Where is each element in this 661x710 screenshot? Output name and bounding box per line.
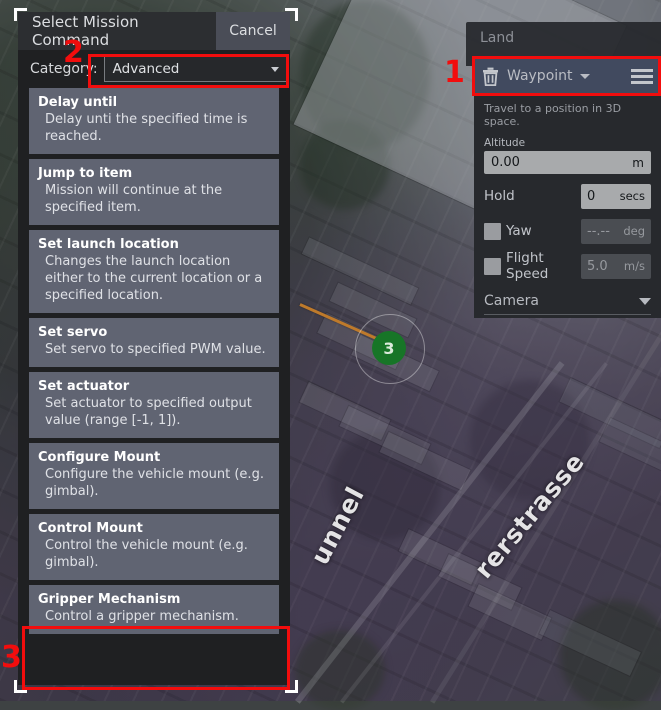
command-description: Configure the vehicle mount (e.g. gimbal… xyxy=(38,466,270,500)
category-dropdown[interactable]: Advanced xyxy=(104,56,288,82)
annotation-number-1: 1 xyxy=(444,58,465,88)
command-description: Mission will continue at the specified i… xyxy=(38,182,270,216)
hold-input[interactable]: 0 secs xyxy=(581,184,651,209)
dialog-title: Select Mission Command xyxy=(32,13,216,49)
yaw-input[interactable]: --.-- deg xyxy=(581,219,651,244)
land-panel-title: Land xyxy=(480,30,514,46)
yaw-label: Yaw xyxy=(506,223,581,239)
select-mission-command-dialog[interactable]: Select Mission Command Cancel Category: … xyxy=(18,12,290,685)
camera-section-header[interactable]: Camera xyxy=(484,293,651,315)
command-list: Delay until Delay unti the specified tim… xyxy=(18,88,290,634)
command-item-configure-mount[interactable]: Configure Mount Configure the vehicle mo… xyxy=(29,443,279,509)
command-title: Configure Mount xyxy=(38,450,270,465)
waypoint-panel-header[interactable]: Waypoint xyxy=(474,58,661,94)
command-item-set-actuator[interactable]: Set actuator Set actuator to specified o… xyxy=(29,372,279,438)
altitude-value: 0.00 xyxy=(491,155,520,170)
command-title: Gripper Mechanism xyxy=(38,592,270,607)
command-title: Jump to item xyxy=(38,166,270,181)
camera-label: Camera xyxy=(484,293,639,309)
command-item-control-mount[interactable]: Control Mount Control the vehicle mount … xyxy=(29,514,279,580)
chevron-down-icon[interactable] xyxy=(271,67,279,72)
command-item-gripper-mechanism[interactable]: Gripper Mechanism Control a gripper mech… xyxy=(29,585,279,634)
command-item-jump-to-item[interactable]: Jump to item Mission will continue at th… xyxy=(29,159,279,225)
command-description: Changes the launch location either to th… xyxy=(38,253,270,304)
command-description: Set actuator to specified output value (… xyxy=(38,395,270,429)
command-item-set-launch-location[interactable]: Set launch location Changes the launch l… xyxy=(29,230,279,313)
command-item-delay-until[interactable]: Delay until Delay unti the specified tim… xyxy=(29,88,279,154)
cancel-button[interactable]: Cancel xyxy=(216,12,290,50)
yaw-row: Yaw --.-- deg xyxy=(484,218,651,244)
yaw-checkbox[interactable] xyxy=(484,223,501,240)
command-description: Control the vehicle mount (e.g. gimbal). xyxy=(38,537,270,571)
annotation-number-2: 2 xyxy=(63,38,84,68)
hamburger-menu-icon[interactable] xyxy=(631,69,653,84)
hold-row: Hold 0 secs xyxy=(484,183,651,209)
waypoint-hint-text: Travel to a position in 3D space. xyxy=(484,102,651,128)
chevron-down-icon[interactable] xyxy=(639,298,651,305)
trash-icon[interactable] xyxy=(482,67,499,86)
altitude-label: Altitude xyxy=(484,137,651,149)
command-title: Delay until xyxy=(38,95,270,110)
hold-unit: secs xyxy=(620,189,645,203)
yaw-unit: deg xyxy=(623,224,645,238)
waypoint-marker-3[interactable]: 3 xyxy=(372,331,406,365)
altitude-unit: m xyxy=(632,156,644,170)
command-title: Set launch location xyxy=(38,237,270,252)
flight-speed-value: 5.0 xyxy=(587,259,608,274)
altitude-input[interactable]: 0.00 m xyxy=(484,151,651,174)
flight-speed-checkbox[interactable] xyxy=(484,258,501,275)
waypoint-panel-title: Waypoint xyxy=(507,68,573,84)
flight-speed-input[interactable]: 5.0 m/s xyxy=(581,254,651,279)
waypoint-editor-panel[interactable]: Waypoint Travel to a position in 3D spac… xyxy=(474,58,661,318)
command-description: Delay unti the specified time is reached… xyxy=(38,111,270,145)
category-dropdown-value: Advanced xyxy=(113,61,271,77)
flight-speed-label: Flight Speed xyxy=(506,250,581,282)
flight-speed-row: Flight Speed 5.0 m/s xyxy=(484,253,651,279)
flight-speed-unit: m/s xyxy=(624,259,645,273)
hold-value: 0 xyxy=(587,189,595,204)
waypoint-marker-number: 3 xyxy=(383,339,394,358)
yaw-value: --.-- xyxy=(587,224,610,239)
annotation-number-3: 3 xyxy=(1,643,22,673)
dialog-header: Select Mission Command Cancel xyxy=(18,12,290,50)
hold-label: Hold xyxy=(484,188,581,204)
command-item-set-servo[interactable]: Set servo Set servo to specified PWM val… xyxy=(29,318,279,367)
command-description: Set servo to specified PWM value. xyxy=(38,341,270,358)
chevron-down-icon[interactable] xyxy=(580,74,590,79)
category-row: Category: Advanced xyxy=(18,50,290,88)
command-title: Set servo xyxy=(38,325,270,340)
command-title: Control Mount xyxy=(38,521,270,536)
command-title: Set actuator xyxy=(38,379,270,394)
command-description: Control a gripper mechanism. xyxy=(38,608,270,625)
